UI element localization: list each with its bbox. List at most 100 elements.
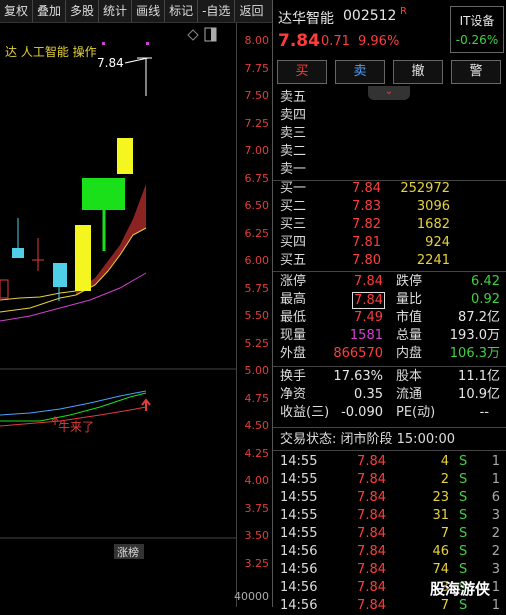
toolbar-mark[interactable]: 标记 [165, 0, 199, 22]
bid-row[interactable]: 买三 7.82 1682 [273, 216, 506, 234]
stat-label: 最低 [280, 310, 307, 325]
price-axis: 8.00 7.75 7.50 7.25 7.00 6.75 6.50 6.25 … [234, 23, 273, 607]
stat-label: 股本 [396, 369, 423, 384]
bid-label: 买二 [280, 199, 307, 214]
ask-label: 卖五 [280, 90, 307, 105]
bid-volume: 2241 [416, 253, 450, 268]
tick-side: S [459, 472, 468, 487]
tick-side: S [459, 490, 468, 505]
tick-volume: 23 [432, 490, 449, 505]
stat-row: 净资 0.35 流通 10.9亿 [273, 386, 506, 404]
price-level: 7.25 [244, 117, 270, 130]
panel-toggle-icon[interactable] [204, 27, 217, 42]
tick-count: 1 [491, 454, 500, 469]
stat-row: 最低 7.49 市值 87.2亿 [273, 309, 506, 327]
tick-row: 14:55 7.84 2 S 1 [273, 471, 506, 489]
candle-green [82, 178, 125, 210]
stat-label: 最高 [280, 292, 307, 307]
bid-row[interactable]: 买一 7.84 252972 [273, 180, 506, 198]
tick-volume: 46 [432, 544, 449, 559]
margin-flag: R [400, 6, 407, 17]
tick-row: 14:55 7.84 31 S 3 [273, 507, 506, 525]
candle-yellow-2 [117, 138, 133, 174]
price-change-pct: 9.96% [358, 34, 400, 49]
tick-count: 3 [491, 562, 500, 577]
toolbar-multistock[interactable]: 多股 [66, 0, 100, 22]
signal-label: 牛来了 [58, 419, 94, 434]
buy-button[interactable]: 买 [277, 60, 327, 84]
stat-value: 11.1亿 [458, 369, 500, 384]
stat-label: 内盘 [396, 346, 423, 361]
tick-price: 7.84 [357, 562, 386, 577]
tick-time: 14:56 [280, 580, 318, 595]
bid-row[interactable]: 买二 7.83 3096 [273, 198, 506, 216]
stat-row: 换手 17.63% 股本 11.1亿 [273, 368, 506, 386]
price-level: 7.75 [244, 62, 270, 75]
stat-label: 现量 [280, 328, 307, 343]
toolbar-drawline[interactable]: 画线 [132, 0, 166, 22]
tick-volume: 4 [440, 454, 449, 469]
tick-row: 14:56 7.84 7 S 1 [273, 597, 506, 615]
sector-box[interactable]: IT设备 -0.26% [450, 6, 504, 53]
tick-row: 14:55 7.84 23 S 6 [273, 489, 506, 507]
stat-value: 7.49 [354, 310, 383, 325]
tick-price: 7.84 [357, 544, 386, 559]
bid-row[interactable]: 买五 7.80 2241 [273, 252, 506, 270]
quote-panel: 达华智能 002512 R 7.84 0.71 9.96% IT设备 -0.26… [273, 0, 506, 613]
candle-cyan [12, 248, 24, 258]
alert-button[interactable]: 警 [451, 60, 501, 84]
toolbar-back[interactable]: 返回 [235, 0, 267, 22]
tick-volume: 7 [440, 598, 449, 613]
toolbar-fuquan[interactable]: 复权 [0, 0, 34, 22]
price-level: 6.00 [244, 254, 270, 267]
up-arrow-icon [141, 398, 151, 411]
bid-price: 7.84 [352, 181, 381, 196]
last-price: 7.84 [278, 31, 320, 51]
price-level: 5.75 [244, 282, 270, 295]
stat-value: 87.2亿 [458, 310, 500, 325]
stat-label: 净资 [280, 387, 307, 402]
stat-value: 7.84 [354, 274, 383, 289]
stat-value: 193.0万 [449, 328, 500, 343]
stat-row: 收益(三) -0.090 PE(动) -- [273, 404, 506, 422]
price-level: 4.50 [244, 419, 270, 432]
tick-count: 2 [491, 544, 500, 559]
tick-time: 14:55 [280, 526, 318, 541]
tick-price: 7.84 [357, 580, 386, 595]
concept-label: 达 人工智能 操作 [5, 44, 97, 59]
stat-value: 10.9亿 [458, 387, 500, 402]
tick-price: 7.84 [357, 490, 386, 505]
price-level: 3.75 [244, 502, 270, 515]
tick-count: 1 [491, 472, 500, 487]
diamond-icon[interactable] [187, 29, 199, 41]
stat-label: 流通 [396, 387, 423, 402]
tick-side: S [459, 598, 468, 613]
tick-row: 14:56 7.84 74 S 3 [273, 561, 506, 579]
signal-dots [102, 42, 149, 45]
price-level: 5.00 [244, 364, 270, 377]
chart-toolbar: 复权 叠加 多股 统计 画线 标记 -自选 返回 [0, 0, 272, 23]
tick-price: 7.84 [357, 454, 386, 469]
stat-label: 量比 [396, 292, 423, 307]
kline-chart[interactable]: 达 人工智能 操作 7.84 牛来了 涨榜 [0, 23, 236, 607]
bid-volume: 252972 [400, 181, 450, 196]
stat-value: 866570 [333, 346, 383, 361]
sell-button[interactable]: 卖 [335, 60, 385, 84]
toolbar-stats[interactable]: 统计 [99, 0, 133, 22]
bid-row[interactable]: 买四 7.81 924 [273, 234, 506, 252]
stat-value: 1581 [349, 328, 383, 343]
price-level: 7.00 [244, 144, 270, 157]
tick-time: 14:56 [280, 562, 318, 577]
bid-volume: 3096 [416, 199, 450, 214]
toolbar-overlay[interactable]: 叠加 [33, 0, 67, 22]
tick-side: S [459, 508, 468, 523]
sector-pct: -0.26% [455, 33, 499, 47]
cancel-order-button[interactable]: 撤 [393, 60, 443, 84]
bid-price: 7.80 [352, 253, 381, 268]
price-level: 7.50 [244, 89, 270, 102]
tick-count: 2 [491, 526, 500, 541]
stat-value: 0.92 [471, 292, 500, 307]
stat-row: 涨停 7.84 跌停 6.42 [273, 273, 506, 291]
candle-cyan-2 [53, 263, 67, 287]
toolbar-watchlist[interactable]: -自选 [198, 0, 236, 22]
